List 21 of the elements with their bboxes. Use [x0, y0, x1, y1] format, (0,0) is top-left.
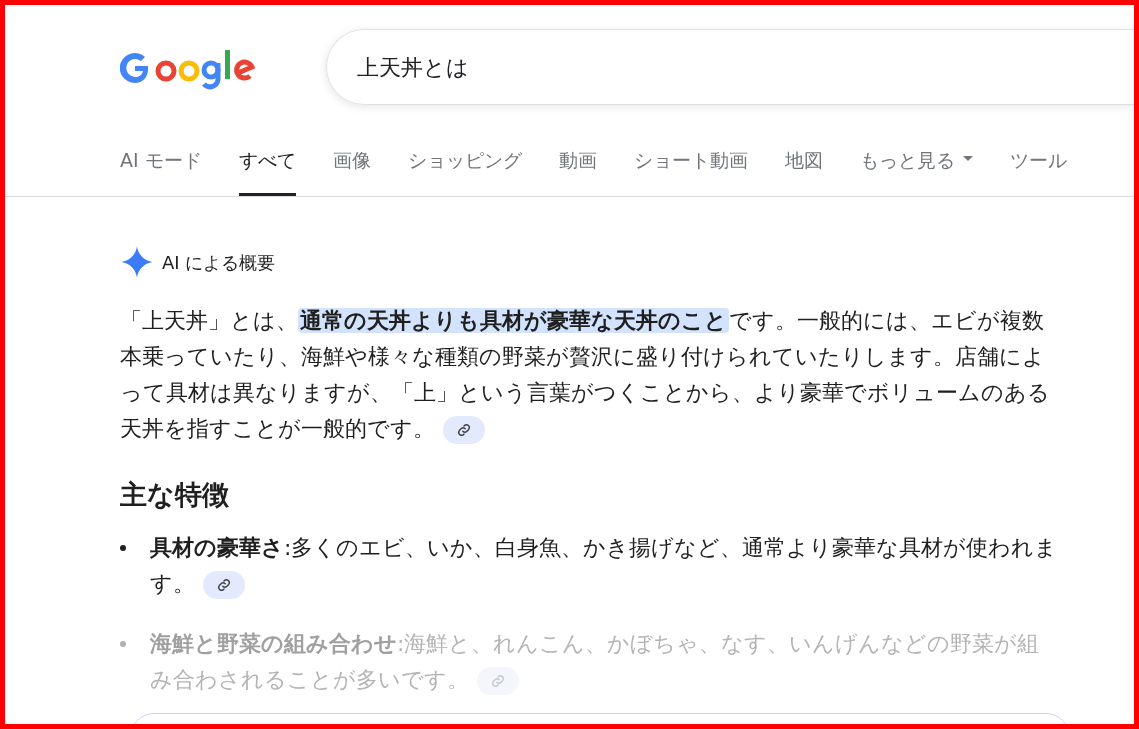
search-tab[interactable]: すべて: [238, 146, 296, 196]
link-icon: [457, 423, 471, 437]
search-tab[interactable]: AI モード: [120, 146, 202, 196]
link-icon: [491, 673, 505, 688]
link-icon: [217, 577, 231, 592]
caret-icon: [962, 156, 973, 162]
overview-title: AI による概要: [162, 250, 276, 275]
feature-text: 海鮮と野菜の組み合わせ:海鮮と、れんこん、かぼちゃ、なす、いんげんなどの野菜が組み合わされることが多いです。: [150, 625, 1062, 698]
search-tab[interactable]: 画像: [332, 146, 371, 196]
link-chip[interactable]: [203, 570, 245, 599]
search-tab[interactable]: ショッピング: [407, 146, 522, 196]
overview-paragraph: 「上天丼」とは、通常の天丼よりも具材が豪華な天丼のこと です。一般的には、エビが複数本乗っていたり、海鮮や様々な種類の野菜が贅沢に盛り付けられていたりします。店舗によって具材は異なりますが、「上」という言葉がつくことから、より豪華でボリュームのある天丼を指すことが一般的です。: [120, 303, 1065, 447]
search-tab[interactable]: もっと見る: [859, 146, 973, 196]
section-heading: 主な特徴: [120, 478, 230, 512]
search-tab[interactable]: 動画: [558, 146, 597, 196]
feature-text: 具材の豪華さ:多くのエビ、いか、白身魚、かき揚げなど、通常より豪華な具材が使われます。: [150, 529, 1062, 602]
search-tab[interactable]: ショート動画: [633, 146, 748, 196]
sparkle-icon: [120, 245, 154, 279]
search-tab[interactable]: ツール: [1009, 146, 1067, 196]
search-tab[interactable]: 地図: [784, 146, 823, 196]
link-chip[interactable]: [443, 416, 485, 444]
